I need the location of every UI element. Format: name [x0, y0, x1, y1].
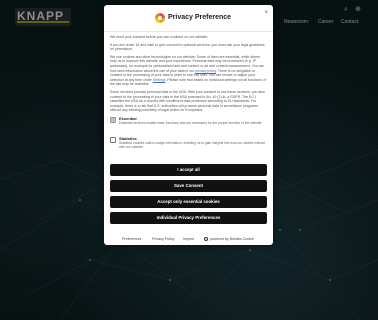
footer-imprint-link[interactable]: Imprint — [183, 237, 194, 241]
privacy-policy-link[interactable]: privacy policy — [195, 69, 216, 73]
statistics-desc: Statistics cookies collect usage informa… — [119, 140, 266, 150]
individual-preferences-button[interactable]: Individual Privacy Preferences — [110, 212, 267, 224]
footer-privacy-link[interactable]: Privacy Policy — [152, 237, 174, 241]
footer-preferences-link[interactable]: Preferences — [122, 237, 141, 241]
option-statistics: Statistics Statistics cookies collect us… — [110, 136, 267, 154]
settings-link[interactable]: Settings — [153, 78, 166, 82]
dialog-footer: Preferences Privacy Policy Imprint power… — [104, 237, 273, 245]
footer-powered-text: powered by Borlabs Cookie — [210, 237, 254, 241]
essential-checkbox[interactable] — [110, 116, 116, 123]
cookie-icon — [155, 13, 165, 23]
close-icon[interactable]: × — [264, 10, 268, 16]
dialog-title: Privacy Preference — [168, 14, 232, 21]
accept-essential-button[interactable]: Accept only essential cookies — [110, 196, 267, 208]
cookies-text: We use cookies and other technologies on… — [110, 54, 266, 87]
intro-text: We need your consent before you can cont… — [110, 35, 208, 39]
save-consent-button[interactable]: Save Consent — [110, 180, 267, 192]
dialog-header: Privacy Preference × — [104, 5, 273, 32]
statistics-checkbox[interactable] — [110, 136, 116, 143]
option-essential: Essential Essential services enable basi… — [110, 116, 267, 134]
essential-desc: Essential services enable basic function… — [119, 120, 263, 125]
accept-all-button[interactable]: I accept all — [110, 164, 267, 176]
dialog-body: We need your consent before you can cont… — [110, 35, 267, 154]
privacy-dialog: Privacy Preference × We need your consen… — [104, 5, 273, 245]
usa-text: Some services process personal data in t… — [110, 89, 265, 113]
under16-text: If you are under 16 and wish to give con… — [110, 42, 265, 52]
borlabs-icon — [204, 237, 208, 241]
